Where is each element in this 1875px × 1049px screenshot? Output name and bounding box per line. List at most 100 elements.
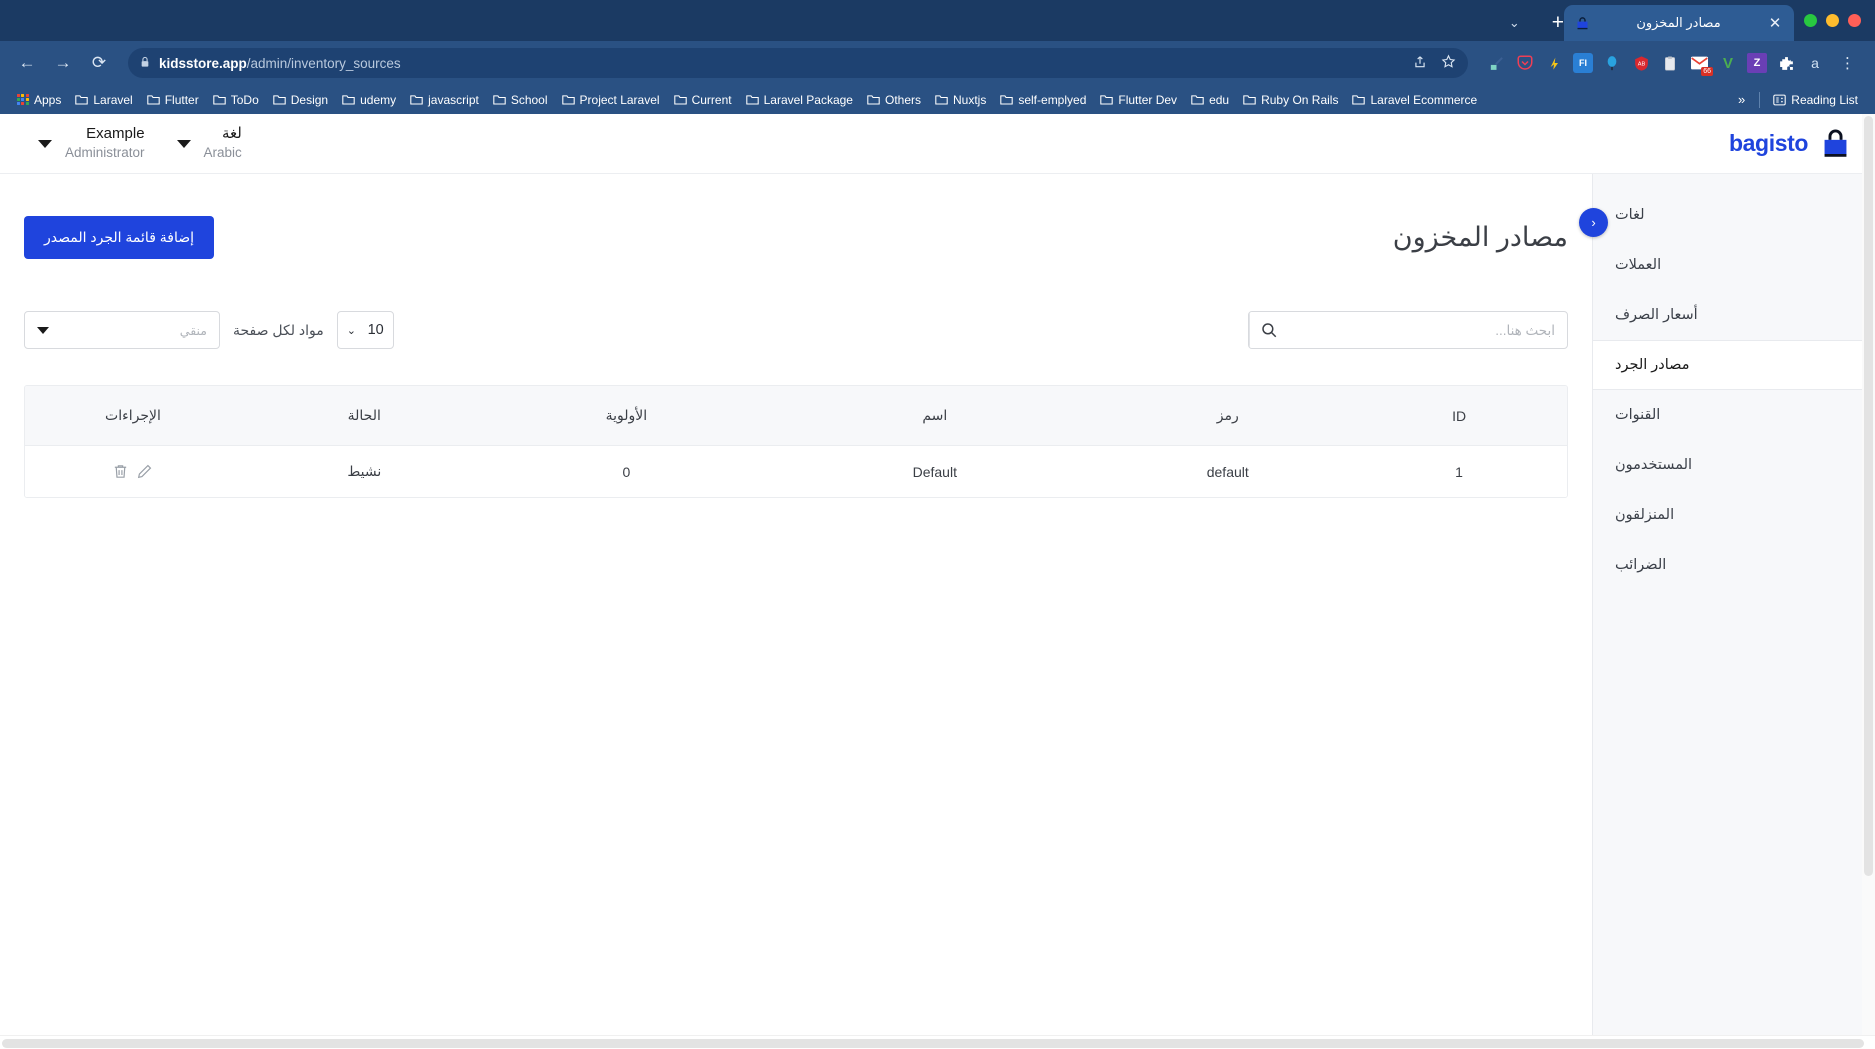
page-title: مصادر المخزون — [1392, 222, 1568, 252]
bookmarks-divider — [1759, 91, 1761, 108]
apps-grid-icon — [17, 93, 29, 106]
app-body: ‹ لغات العملات أسعار الصرف مصادر الجرد ا… — [0, 174, 1875, 1049]
address-bar[interactable]: kidsstore.app/admin/inventory_sources — [128, 48, 1468, 78]
sidebar-item-sliders[interactable]: المنزلقون — [1593, 490, 1875, 540]
bookmarks-overflow-button[interactable]: » — [1730, 92, 1753, 107]
browser-tab[interactable]: مصادر المخزون ✕ — [1564, 5, 1794, 41]
add-inventory-source-button[interactable]: إضافة قائمة الجرد المصدر — [24, 216, 215, 259]
new-tab-button[interactable]: + — [1552, 12, 1564, 33]
delete-icon[interactable] — [112, 463, 129, 480]
bookmark-udemy[interactable]: udemy — [335, 90, 403, 110]
window-close-button[interactable] — [1848, 14, 1861, 27]
bookmark-edu[interactable]: edu — [1184, 90, 1236, 110]
bookmark-laravel-ecommerce[interactable]: Laravel Ecommerce — [1345, 90, 1484, 110]
bookmark-school[interactable]: School — [486, 90, 555, 110]
sidebar-item-locales[interactable]: لغات — [1593, 190, 1875, 240]
column-header-priority[interactable]: الأولوية — [487, 386, 766, 446]
bookmark-label: Apps — [34, 92, 62, 107]
bookmark-javascript[interactable]: javascript — [403, 90, 486, 110]
bookmark-current[interactable]: Current — [667, 90, 739, 110]
locale-dropdown[interactable]: لغة Arabic — [161, 125, 258, 162]
brand-logo[interactable]: bagisto — [1729, 126, 1853, 161]
sidebar-item-inventory-sources[interactable]: ‹ مصادر الجرد — [1593, 340, 1875, 390]
account-role: Administrator — [65, 144, 145, 160]
vertical-scrollbar-thumb[interactable] — [1864, 116, 1873, 876]
lightning-extension-icon[interactable] — [1544, 53, 1564, 73]
star-icon[interactable] — [1441, 54, 1456, 72]
lock-icon — [140, 56, 150, 71]
bookmark-label: Nuxtjs — [953, 92, 987, 107]
edit-icon[interactable] — [136, 463, 153, 480]
bookmark-apps[interactable]: Apps — [10, 90, 68, 110]
bookmark-flutter-dev[interactable]: Flutter Dev — [1093, 90, 1184, 110]
folder-icon — [493, 94, 506, 105]
vertical-scrollbar[interactable] — [1862, 114, 1875, 1035]
search-input[interactable] — [1287, 312, 1567, 348]
bookmark-laravel[interactable]: Laravel — [68, 90, 139, 110]
bookmark-label: Flutter Dev — [1118, 92, 1178, 107]
grammarly-extension-icon[interactable]: a — [1805, 53, 1825, 73]
eyedropper-extension-icon[interactable] — [1486, 53, 1506, 73]
tab-close-icon[interactable]: ✕ — [1766, 16, 1784, 31]
bookmark-label: udemy — [360, 92, 397, 107]
adblock-extension-icon[interactable]: AB — [1631, 53, 1651, 73]
fi-extension-icon[interactable]: FI — [1573, 53, 1593, 73]
horizontal-scrollbar[interactable] — [0, 1035, 1875, 1049]
balloon-extension-icon[interactable] — [1602, 53, 1622, 73]
bookmark-ruby-on-rails[interactable]: Ruby On Rails — [1236, 90, 1345, 110]
reading-list-button[interactable]: Reading List — [1766, 90, 1865, 110]
column-header-status[interactable]: الحالة — [240, 386, 488, 446]
chevron-down-icon[interactable]: ⌄ — [1509, 15, 1538, 31]
column-header-name[interactable]: اسم — [765, 386, 1105, 446]
folder-icon — [673, 94, 687, 105]
bookmark-project-laravel[interactable]: Project Laravel — [555, 90, 667, 110]
search-icon[interactable] — [1249, 312, 1287, 348]
sidebar-item-users[interactable]: المستخدمون — [1593, 440, 1875, 490]
sidebar-item-label: القنوات — [1615, 407, 1661, 423]
sidebar-item-channels[interactable]: القنوات — [1593, 390, 1875, 440]
bookmark-label: javascript — [428, 92, 479, 107]
clipboard-extension-icon[interactable] — [1660, 53, 1680, 73]
puzzle-extension-icon[interactable] — [1776, 53, 1796, 73]
window-minimize-button[interactable] — [1826, 14, 1839, 27]
filter-select[interactable]: منقي — [24, 311, 220, 349]
folder-icon — [561, 94, 575, 105]
locale-value: Arabic — [203, 144, 242, 160]
bookmark-self-emplyed[interactable]: self-emplyed — [993, 90, 1093, 110]
browser-menu-button[interactable]: ⋮ — [1834, 54, 1861, 72]
zotero-extension-icon[interactable]: Z — [1747, 53, 1767, 73]
reading-list-label: Reading List — [1791, 92, 1858, 107]
back-button[interactable]: ← — [12, 48, 42, 78]
column-header-code[interactable]: رمز — [1104, 386, 1352, 446]
reload-button[interactable]: ⟳ — [84, 48, 114, 78]
sidebar-item-exchange-rates[interactable]: أسعار الصرف — [1593, 290, 1875, 340]
sidebar-item-label: العملات — [1615, 257, 1662, 273]
bookmark-nuxtjs[interactable]: Nuxtjs — [928, 90, 993, 110]
bookmark-others[interactable]: Others — [860, 90, 928, 110]
bookmark-design[interactable]: Design — [266, 90, 335, 110]
bookmark-flutter[interactable]: Flutter — [140, 90, 206, 110]
folder-icon — [213, 94, 226, 105]
forward-button[interactable]: → — [48, 48, 78, 78]
bookmark-laravel-package[interactable]: Laravel Package — [739, 90, 860, 110]
bookmark-todo[interactable]: ToDo — [206, 90, 266, 110]
gmail-extension-icon[interactable]: 66 — [1689, 53, 1713, 76]
sidebar-item-label: لغات — [1615, 207, 1645, 223]
vimeo-extension-icon[interactable]: V — [1718, 53, 1738, 73]
folder-icon — [1352, 94, 1366, 105]
cell-id: 1 — [1351, 445, 1567, 497]
sidebar-item-currencies[interactable]: العملات — [1593, 240, 1875, 290]
pocket-extension-icon[interactable] — [1515, 53, 1535, 73]
table-row[interactable]: 1 default Default 0 نشيط — [25, 445, 1567, 497]
sidebar-item-taxes[interactable]: الضرائب — [1593, 540, 1875, 590]
account-dropdown[interactable]: Example Administrator — [22, 125, 161, 162]
search-box[interactable] — [1248, 311, 1568, 349]
per-page-select[interactable]: ⌄ 10 — [336, 311, 394, 349]
folder-icon — [1191, 94, 1204, 105]
sidebar-collapse-button[interactable]: ‹ — [1579, 208, 1608, 237]
chevron-down-icon: ⌄ — [346, 324, 356, 337]
horizontal-scrollbar-thumb[interactable] — [2, 1039, 1864, 1048]
column-header-id[interactable]: ID — [1351, 386, 1567, 446]
share-icon[interactable] — [1413, 55, 1427, 72]
window-maximize-button[interactable] — [1804, 14, 1817, 27]
